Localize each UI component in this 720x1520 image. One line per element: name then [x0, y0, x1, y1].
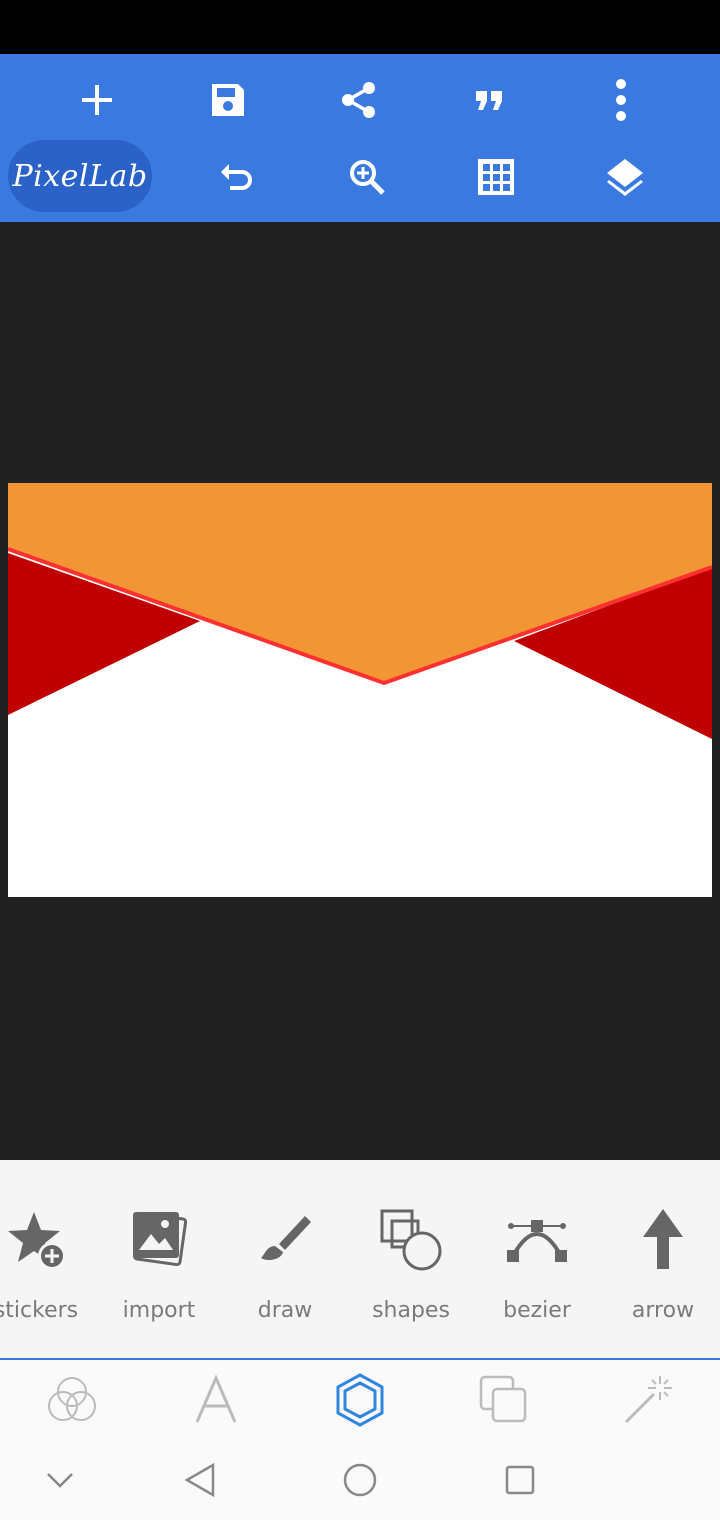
bezier-icon: [474, 1204, 600, 1276]
hexagon-icon: [336, 1373, 384, 1427]
image-icon: [96, 1204, 222, 1276]
shapes-icon: [348, 1204, 474, 1276]
design-canvas[interactable]: [7, 483, 713, 897]
save-button[interactable]: [193, 65, 263, 135]
save-icon: [212, 84, 244, 116]
zoom-button[interactable]: [332, 142, 402, 212]
magic-wand-icon: [624, 1376, 672, 1424]
recents-button[interactable]: [480, 1440, 560, 1520]
top-toolbar: PixelLab: [0, 54, 720, 222]
design-artwork[interactable]: [7, 483, 713, 897]
mode-bar: [0, 1360, 720, 1440]
mode-duplicate[interactable]: [459, 1360, 549, 1440]
tool-label: stickers: [0, 1298, 79, 1323]
tool-import[interactable]: import: [96, 1160, 222, 1360]
system-nav-bar: [0, 1440, 720, 1520]
pixellab-logo[interactable]: PixelLab: [8, 140, 152, 212]
circles-icon: [48, 1377, 96, 1421]
brush-icon: [222, 1204, 348, 1276]
tool-shapes[interactable]: shapes: [348, 1160, 474, 1360]
tool-label: shapes: [372, 1298, 450, 1323]
quote-button[interactable]: [455, 65, 525, 135]
plus-icon: [82, 85, 112, 115]
undo-button[interactable]: [202, 142, 272, 212]
back-button[interactable]: [160, 1440, 240, 1520]
star-add-icon: [0, 1204, 99, 1276]
more-vert-icon: [616, 79, 626, 121]
text-icon: [195, 1374, 237, 1423]
arrow-up-icon: [600, 1204, 720, 1276]
grid-icon: [478, 159, 514, 195]
collapse-button[interactable]: [20, 1440, 100, 1520]
chevron-down-icon: [47, 1473, 73, 1488]
layers-icon: [607, 159, 643, 196]
logo-text: PixelLab: [12, 158, 148, 194]
tool-arrow[interactable]: arrow: [600, 1160, 720, 1360]
tool-label: import: [122, 1298, 196, 1323]
home-circle-icon: [343, 1463, 377, 1497]
share-icon: [342, 82, 375, 118]
share-button[interactable]: [324, 65, 394, 135]
recents-square-icon: [505, 1465, 535, 1495]
tool-label: bezier: [503, 1298, 571, 1323]
more-button[interactable]: [586, 65, 656, 135]
home-button[interactable]: [320, 1440, 400, 1520]
tool-label: arrow: [631, 1298, 695, 1323]
add-button[interactable]: [62, 65, 132, 135]
copy-icon: [479, 1375, 527, 1423]
quote-icon: [476, 91, 502, 110]
mode-text[interactable]: [171, 1360, 261, 1440]
layers-button[interactable]: [590, 142, 660, 212]
tool-stickers[interactable]: stickers: [0, 1160, 99, 1360]
mode-effects[interactable]: [27, 1360, 117, 1440]
grid-button[interactable]: [461, 142, 531, 212]
undo-icon: [221, 164, 252, 190]
back-triangle-icon: [184, 1462, 215, 1498]
zoom-in-icon: [350, 160, 385, 195]
tool-draw[interactable]: draw: [222, 1160, 348, 1360]
tool-label: draw: [257, 1298, 313, 1323]
mode-magic[interactable]: [603, 1360, 693, 1440]
status-bar: [0, 0, 720, 54]
mode-shape[interactable]: [315, 1360, 405, 1440]
tools-panel: stickers import draw shapes bezier arrow: [0, 1160, 720, 1360]
tool-bezier[interactable]: bezier: [474, 1160, 600, 1360]
